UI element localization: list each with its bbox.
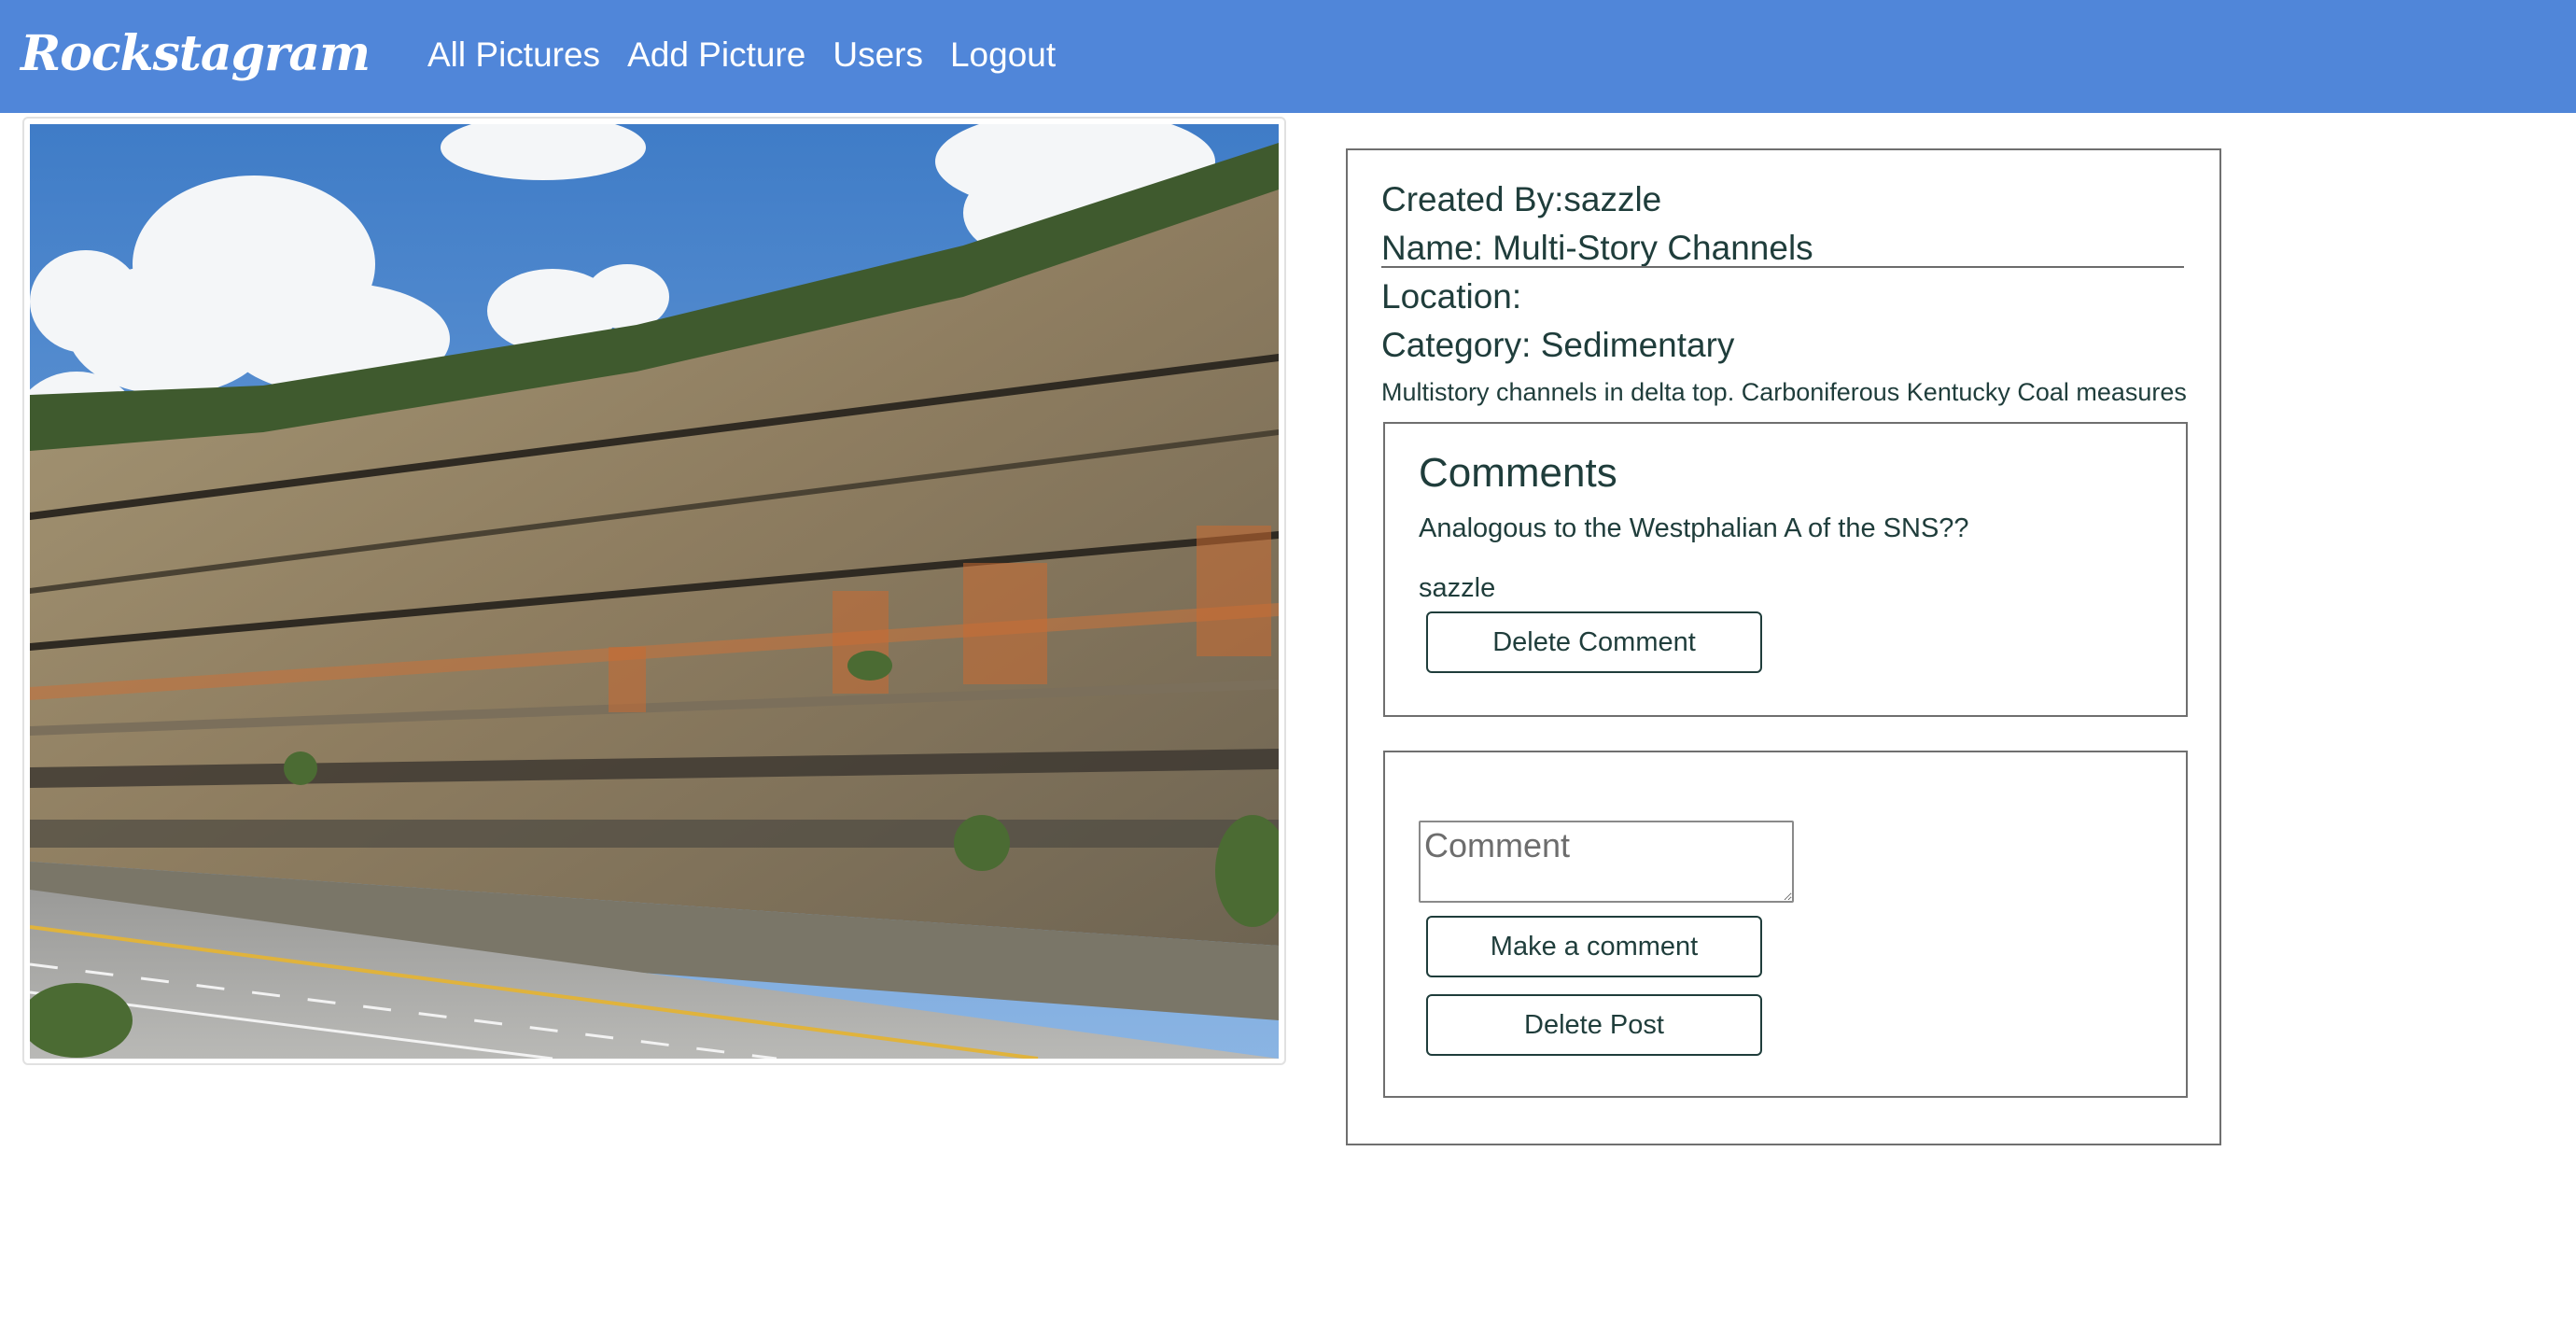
post-description: Multistory channels in delta top. Carbon… <box>1381 378 2187 406</box>
comment-input[interactable] <box>1419 821 1794 903</box>
post-photo-frame <box>22 117 1286 1065</box>
delete-comment-button[interactable]: Delete Comment <box>1426 611 1762 673</box>
post-photo <box>30 124 1279 1059</box>
rock-outcrop-image <box>30 124 1279 1059</box>
nav-link-add-picture[interactable]: Add Picture <box>627 28 805 82</box>
post-location: Location: <box>1381 277 1522 316</box>
post-name: Name: Multi-Story Channels <box>1381 229 1813 267</box>
name-divider <box>1381 266 2184 268</box>
comment-author: sazzle <box>1419 573 1496 603</box>
comment-text: Analogous to the Westphalian A of the SN… <box>1419 513 1969 543</box>
post-category: Category: Sedimentary <box>1381 326 1735 364</box>
top-navbar: Rockstagram All Pictures Add Picture Use… <box>0 0 2576 113</box>
make-comment-button[interactable]: Make a comment <box>1426 916 1762 977</box>
post-created-by: Created By:sazzle <box>1381 180 1662 218</box>
delete-post-button[interactable]: Delete Post <box>1426 994 1762 1056</box>
nav-link-users[interactable]: Users <box>833 28 923 82</box>
nav-links: All Pictures Add Picture Users Logout <box>427 28 1056 82</box>
nav-link-logout[interactable]: Logout <box>950 28 1056 82</box>
brand-logo[interactable]: Rockstagram <box>21 21 371 88</box>
nav-link-all-pictures[interactable]: All Pictures <box>427 28 600 82</box>
comments-section: Comments Analogous to the Westphalian A … <box>1383 422 2188 717</box>
comments-heading: Comments <box>1419 450 1617 496</box>
post-detail-panel: Created By:sazzle Name: Multi-Story Chan… <box>1346 148 2221 1145</box>
new-comment-section: Make a comment Delete Post <box>1383 751 2188 1098</box>
